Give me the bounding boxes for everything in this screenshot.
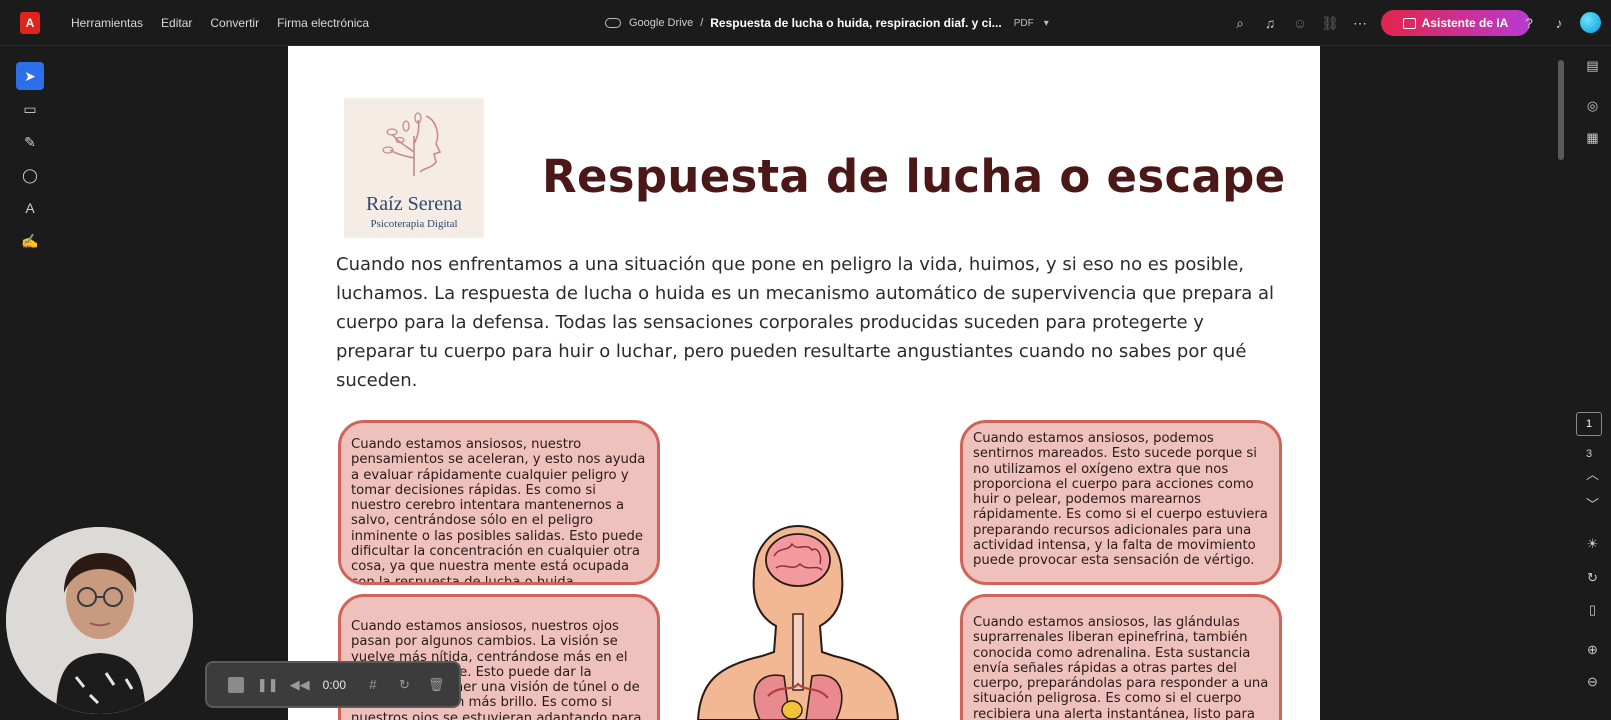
- menu-convertir[interactable]: Convertir: [210, 16, 259, 30]
- info-card-thoughts: Cuando estamos ansiosos, nuestro pensami…: [338, 420, 660, 585]
- brand-subtitle: Psicoterapia Digital: [370, 218, 458, 230]
- stop-icon: [227, 676, 244, 693]
- breadcrumb-separator: /: [700, 17, 704, 29]
- scrollbar-thumb[interactable]: [1558, 60, 1564, 160]
- recording-time: 0:00: [322, 677, 347, 692]
- brand-logo: Raíz Serena Psicoterapia Digital: [344, 98, 484, 238]
- page-extract-icon[interactable]: ▯: [1574, 602, 1611, 618]
- comment-icon[interactable]: ▭: [16, 95, 44, 123]
- total-pages: 3: [1585, 448, 1593, 460]
- text-box-icon[interactable]: A: [16, 194, 44, 222]
- bell-icon[interactable]: ♪: [1544, 15, 1574, 31]
- user-avatar[interactable]: [1580, 12, 1601, 33]
- ai-assistant-label: Asistente de IA: [1421, 16, 1509, 30]
- chevron-up-icon[interactable]: ︿: [1574, 464, 1611, 483]
- share-icon[interactable]: ☺: [1285, 15, 1315, 31]
- chevron-down-icon[interactable]: ﹀: [1574, 494, 1611, 513]
- zoom-out-icon[interactable]: ⊖: [1574, 674, 1611, 690]
- left-toolbar: ➤ ▭ ✎ ◯ A ✍: [16, 62, 44, 260]
- sign-icon[interactable]: ✍: [16, 227, 44, 255]
- acrobat-logo-icon[interactable]: A: [20, 12, 40, 34]
- recording-controls: ❚❚ ◀◀ 0:00 # ↻ 🗑: [205, 661, 461, 708]
- thumbnails-icon[interactable]: ▦: [1574, 130, 1611, 146]
- brightness-icon[interactable]: ☀: [1574, 536, 1611, 552]
- toolbar-icons: ⌕ ♫ ☺ ⛓ ⋯: [1225, 0, 1375, 46]
- human-body-illustration: [696, 524, 900, 720]
- breadcrumb: Google Drive / Respuesta de lucha o huid…: [605, 0, 1049, 46]
- document-name[interactable]: Respuesta de lucha o huida, respiracion …: [710, 16, 1001, 30]
- ai-chat-icon: [1402, 17, 1416, 29]
- menu-firma-electronica[interactable]: Firma electrónica: [277, 16, 369, 30]
- rotate-icon[interactable]: ↻: [1574, 570, 1611, 586]
- more-options-icon[interactable]: ⋯: [1345, 15, 1375, 32]
- breadcrumb-location[interactable]: Google Drive: [629, 17, 693, 29]
- trash-icon[interactable]: 🗑: [427, 676, 445, 694]
- link-icon[interactable]: ⛓: [1315, 15, 1345, 32]
- help-icons: ? ♪: [1514, 0, 1574, 46]
- cloud-icon: [605, 18, 621, 28]
- help-icon[interactable]: ?: [1514, 15, 1544, 31]
- restart-icon[interactable]: ↻: [396, 676, 414, 694]
- main-menu: Herramientas Editar Convertir Firma elec…: [62, 0, 378, 46]
- webcam-overlay[interactable]: [6, 527, 193, 714]
- file-format-badge: PDF: [1013, 17, 1034, 29]
- chevron-down-icon[interactable]: ▾: [1044, 18, 1049, 29]
- face-tree-logo-icon: [382, 112, 442, 176]
- comments-panel-icon[interactable]: ◎: [1574, 98, 1611, 114]
- top-bar: A Herramientas Editar Convertir Firma el…: [0, 0, 1611, 46]
- ai-assistant-button[interactable]: Asistente de IA: [1381, 10, 1530, 36]
- menu-editar[interactable]: Editar: [161, 16, 192, 30]
- info-card-dizziness: Cuando estamos ansiosos, podemos sentirn…: [960, 420, 1282, 585]
- read-aloud-icon[interactable]: ♫: [1255, 15, 1285, 31]
- pen-icon[interactable]: ✎: [16, 128, 44, 156]
- brand-name: Raíz Serena: [365, 193, 463, 215]
- ai-summary-icon[interactable]: ▤: [1574, 58, 1611, 74]
- pdf-page: Raíz Serena Psicoterapia Digital Respues…: [288, 46, 1320, 720]
- presenter-video-icon: [6, 527, 193, 714]
- search-icon[interactable]: ⌕: [1225, 15, 1255, 32]
- current-page-input[interactable]: 1: [1576, 412, 1602, 436]
- intro-paragraph: Cuando nos enfrentamos a una situación q…: [336, 254, 1275, 391]
- grid-icon[interactable]: #: [364, 676, 382, 694]
- lasso-icon[interactable]: ◯: [16, 161, 44, 189]
- rewind-icon[interactable]: ◀◀: [290, 676, 310, 694]
- page-title: Respuesta de lucha o escape: [542, 150, 1286, 203]
- select-cursor-icon[interactable]: ➤: [16, 62, 44, 90]
- menu-herramientas[interactable]: Herramientas: [71, 16, 143, 30]
- stop-recording-button[interactable]: [227, 676, 245, 694]
- zoom-in-icon[interactable]: ⊕: [1574, 642, 1611, 658]
- info-card-adrenaline: Cuando estamos ansiosos, las glándulas s…: [960, 594, 1282, 720]
- pause-icon[interactable]: ❚❚: [257, 676, 279, 694]
